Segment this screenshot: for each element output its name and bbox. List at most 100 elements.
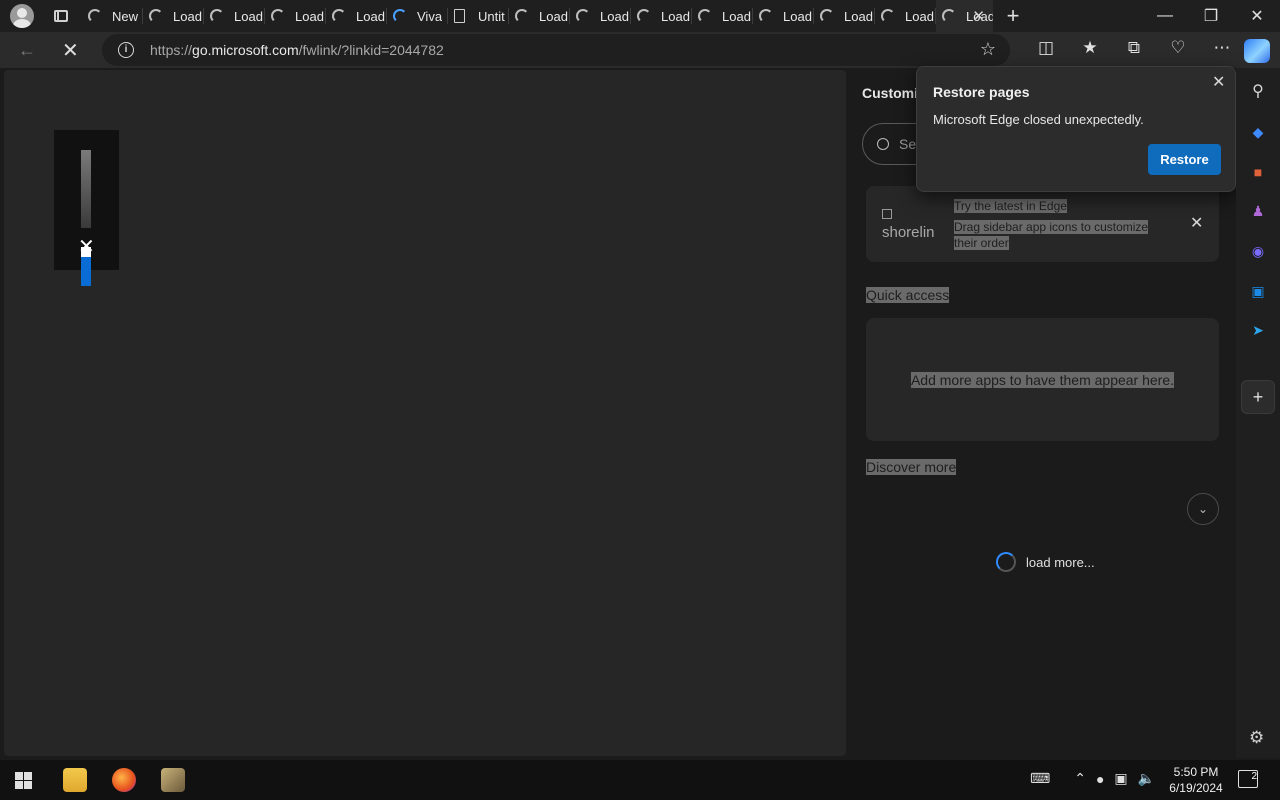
loading-spinner-icon (637, 9, 651, 23)
loading-spinner-icon (149, 9, 163, 23)
browser-tab[interactable]: Load (570, 0, 631, 32)
browser-tab[interactable]: Load (631, 0, 692, 32)
search-icon[interactable]: ⚲ (1249, 82, 1267, 100)
tab-title: Load (234, 8, 263, 24)
profile-avatar[interactable] (10, 4, 34, 28)
discover-more-heading: Discover more (866, 459, 957, 475)
clock-time: 5:50 PM (1173, 765, 1219, 779)
browser-tab[interactable]: Load (143, 0, 204, 32)
add-sidebar-app-button[interactable]: + (1241, 380, 1275, 414)
popup-close-icon[interactable]: ✕ (1212, 72, 1225, 92)
file-explorer-icon[interactable] (63, 768, 87, 792)
windows-start-icon[interactable] (15, 772, 32, 789)
chevron-up-icon[interactable]: ⌃ (1074, 770, 1086, 787)
system-clock[interactable]: 5:50 PM 6/19/2024 (1160, 764, 1232, 796)
tab-actions-icon[interactable] (54, 10, 68, 22)
drop-icon[interactable]: ➤ (1249, 321, 1267, 339)
app-icon[interactable] (161, 768, 185, 792)
mute-icon[interactable]: ✕ (78, 234, 95, 259)
split-screen-icon[interactable]: ◫ (1024, 38, 1068, 58)
promo-close-icon[interactable]: ✕ (1190, 213, 1203, 233)
address-bar[interactable]: i https://go.microsoft.com/fwlink/?linki… (102, 34, 1010, 66)
search-icon (877, 138, 889, 150)
site-info-icon[interactable]: i (118, 42, 134, 58)
sidebar-settings-icon[interactable]: ⚙ (1249, 728, 1264, 748)
tab-title: New (112, 8, 139, 24)
url-host: go.microsoft.com (192, 42, 299, 58)
loading-spinner-icon (942, 9, 956, 23)
browser-tab[interactable]: Load (753, 0, 814, 32)
meet-now-icon[interactable]: ● (1096, 771, 1104, 787)
tab-title: Load (661, 8, 690, 24)
collections-icon[interactable]: ⧉ (1112, 38, 1156, 58)
stop-loading-button[interactable]: ✕ (62, 38, 79, 63)
tools-icon[interactable]: ■ (1249, 163, 1267, 181)
chevron-down-icon[interactable]: ⌄ (1187, 493, 1219, 525)
load-more[interactable]: load more... (996, 552, 1095, 572)
browser-tab[interactable]: Untit (448, 0, 509, 32)
favorite-star-icon[interactable]: ☆ (980, 39, 996, 60)
tab-bar: New Load Load Load Load Viva Untit Load Load Load… (0, 0, 1280, 32)
quick-access-heading: Quick access (866, 287, 950, 303)
browser-essentials-icon[interactable]: ♡ (1156, 38, 1200, 58)
tab-title: Load (173, 8, 202, 24)
copilot-icon[interactable] (1244, 39, 1270, 63)
windows-taskbar: ⌨ ⌃ ● ▣ 🔈 5:50 PM 6/19/2024 2 (0, 760, 1280, 800)
restore-button[interactable]: ❐ (1188, 0, 1234, 32)
page-content: ✕ (4, 70, 846, 756)
edge-sidebar: ⚲ ◆ ■ ♟ ◉ ▣ ➤ + ⚙ (1236, 68, 1280, 758)
browser-tab[interactable]: Load (509, 0, 570, 32)
back-button[interactable]: ← (18, 40, 36, 61)
microsoft-365-icon[interactable]: ◉ (1249, 242, 1267, 260)
loading-spinner-icon (820, 9, 834, 23)
promo-image-alt: shorelin (882, 224, 935, 241)
tab-title: Viva (417, 8, 443, 24)
browser-tab[interactable]: Load (692, 0, 753, 32)
browser-tab[interactable]: Load (814, 0, 875, 32)
browser-tab[interactable]: Load ✕ (936, 0, 993, 32)
volume-track[interactable] (81, 150, 91, 228)
new-tab-button[interactable]: + (993, 3, 1033, 29)
popup-title: Restore pages (933, 84, 1030, 100)
tab-title: Load (356, 8, 385, 24)
loading-spinner-icon (332, 9, 346, 23)
panel-title: Customi (862, 85, 918, 101)
clock-date: 6/19/2024 (1169, 781, 1223, 795)
minimize-button[interactable]: — (1142, 0, 1188, 32)
volume-fill (81, 257, 91, 286)
tab-title: Load (783, 8, 812, 24)
outlook-icon[interactable]: ▣ (1249, 282, 1267, 300)
settings-more-icon[interactable]: ⋯ (1200, 38, 1244, 58)
browser-tab[interactable]: Load (265, 0, 326, 32)
popup-message: Microsoft Edge closed unexpectedly. (933, 112, 1144, 127)
browser-tab[interactable]: Load (204, 0, 265, 32)
loading-spinner-icon (759, 9, 773, 23)
shopping-tag-icon[interactable]: ◆ (1249, 123, 1267, 141)
browser-tab[interactable]: New (82, 0, 143, 32)
loading-spinner-icon (393, 9, 407, 23)
browser-tab[interactable]: Viva (387, 0, 448, 32)
loading-spinner-icon (576, 9, 590, 23)
browser-tab[interactable]: Load (326, 0, 387, 32)
promo-description-text: Drag sidebar app icons to customize thei… (954, 220, 1149, 250)
tab-title: Load (295, 8, 324, 24)
volume-icon[interactable]: 🔈 (1138, 770, 1155, 787)
notification-center-icon[interactable]: 2 (1238, 770, 1258, 788)
url-scheme: https:// (150, 42, 193, 58)
tab-title: Load (844, 8, 873, 24)
search-placeholder: Se (899, 136, 917, 152)
quick-access-empty-text: Add more apps to have them appear here. (910, 371, 1175, 388)
quick-access-box: Add more apps to have them appear here. (866, 318, 1219, 441)
browser-tab[interactable]: Load (875, 0, 936, 32)
restore-button[interactable]: Restore (1148, 144, 1221, 175)
firefox-icon[interactable] (112, 768, 136, 792)
network-icon[interactable]: ▣ (1114, 770, 1127, 787)
promo-card: shorelin Try the latest in Edge Drag sid… (866, 186, 1219, 262)
keyboard-icon[interactable]: ⌨ (1030, 770, 1050, 787)
loading-spinner-icon (996, 552, 1016, 572)
url-text[interactable]: https://go.microsoft.com/fwlink/?linkid=… (150, 42, 444, 58)
games-icon[interactable]: ♟ (1249, 202, 1267, 220)
close-window-button[interactable]: ✕ (1234, 0, 1280, 32)
tab-close-icon[interactable]: ✕ (972, 7, 985, 25)
favorites-icon[interactable]: ★ (1068, 38, 1112, 58)
